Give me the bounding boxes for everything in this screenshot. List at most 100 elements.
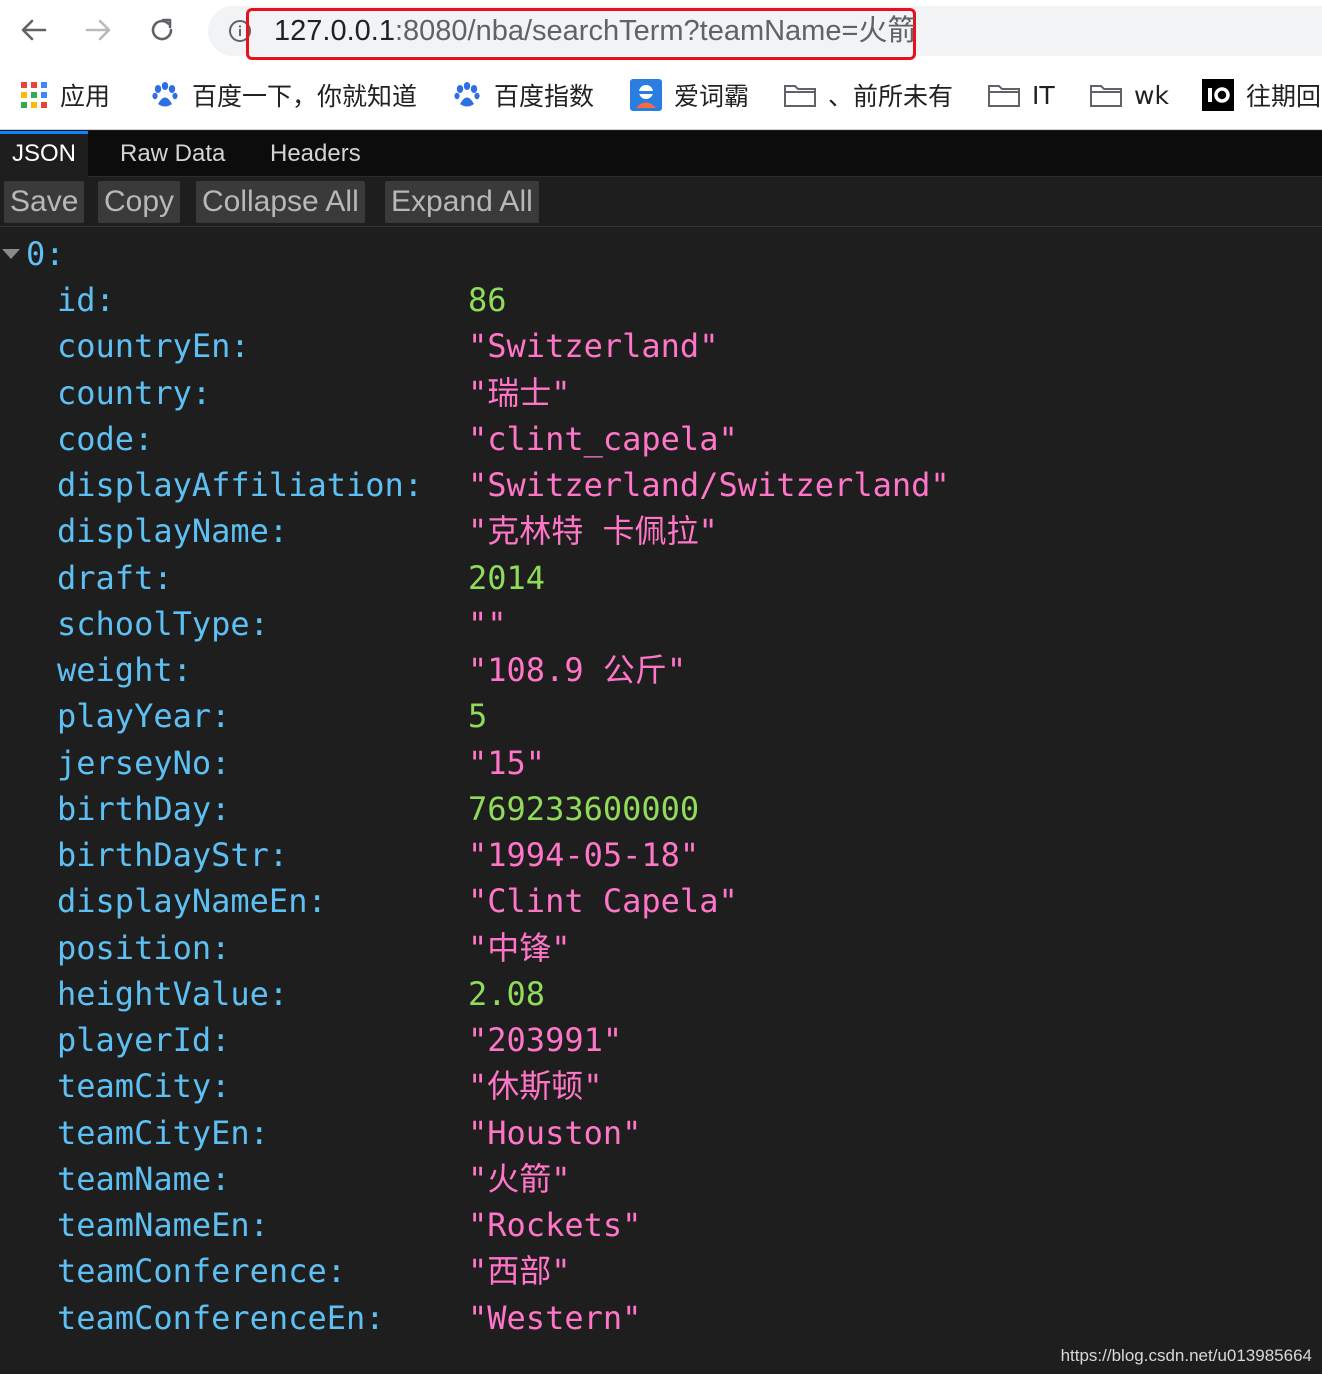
bookmark-label: 百度一下，你就知道 bbox=[192, 82, 418, 111]
json-key: displayAffiliation: bbox=[57, 466, 424, 504]
json-value[interactable]: "Switzerland/Switzerland" bbox=[468, 465, 950, 505]
bookmark-label: 应用 bbox=[60, 82, 111, 111]
json-value[interactable]: "中锋" bbox=[468, 928, 571, 968]
json-field-row: teamName: "火箭" bbox=[0, 1157, 1322, 1203]
json-value[interactable]: 2014 bbox=[468, 558, 545, 598]
json-value[interactable]: "203991" bbox=[468, 1020, 622, 1060]
json-field-row: weight: "108.9 公斤" bbox=[0, 648, 1322, 694]
json-value[interactable]: "Rockets" bbox=[468, 1205, 641, 1245]
json-root-node[interactable]: 0: bbox=[0, 234, 65, 274]
json-value[interactable]: "1994-05-18" bbox=[468, 835, 699, 875]
json-field-row: draft: 2014 bbox=[0, 556, 1322, 602]
json-key: playYear: bbox=[57, 697, 231, 736]
bookmark-baidu-index[interactable]: 百度指数 bbox=[452, 77, 594, 113]
json-key: countryEn: bbox=[57, 327, 250, 366]
json-field-row: teamConferenceEn: "Western" bbox=[0, 1296, 1322, 1342]
json-field-row: jerseyNo: "15" bbox=[0, 741, 1322, 787]
json-key: draft: bbox=[57, 558, 173, 597]
json-field-row: heightValue: 2.08 bbox=[0, 972, 1322, 1018]
baidu-paw-icon bbox=[152, 82, 178, 107]
json-value[interactable]: 2.08 bbox=[468, 974, 545, 1014]
bookmark-apps[interactable]: 应用 bbox=[20, 77, 110, 113]
folder-icon bbox=[784, 85, 816, 107]
bookmark-baidu[interactable]: 百度一下，你就知道 bbox=[150, 77, 417, 113]
bookmark-label: 、前所未有 bbox=[828, 82, 954, 111]
json-value[interactable]: "休斯顿" bbox=[468, 1066, 603, 1106]
json-tree: 0: id: 86 countryEn: "Switzerland" country: "… bbox=[0, 228, 1322, 1374]
json-field-row: birthDay: 769233600000 bbox=[0, 787, 1322, 833]
json-key: code: bbox=[57, 419, 154, 458]
reload-button[interactable] bbox=[142, 10, 182, 50]
expand-all-button[interactable]: Expand All bbox=[385, 181, 539, 223]
bookmark-folder-wk[interactable]: wk bbox=[1090, 77, 1169, 113]
bookmark-label: 爱词霸 bbox=[674, 82, 750, 111]
json-key: birthDay: bbox=[57, 789, 231, 828]
json-key: teamCityEn: bbox=[57, 1113, 269, 1152]
json-key: jerseyNo: bbox=[57, 743, 231, 782]
json-value[interactable]: "clint_capela" bbox=[468, 419, 738, 459]
url-host: 127.0.0.1 bbox=[274, 15, 395, 47]
address-bar[interactable]: 127.0.0.1:8080/nba/searchTerm?teamName=火… bbox=[208, 6, 1322, 60]
iciba-icon bbox=[630, 79, 662, 111]
json-value[interactable]: "Western" bbox=[468, 1298, 641, 1338]
bookmark-io[interactable]: 往期回 bbox=[1202, 77, 1321, 113]
json-value[interactable]: "Switzerland" bbox=[468, 326, 718, 366]
bookmark-label: IT bbox=[1032, 80, 1055, 110]
bookmark-folder-it[interactable]: IT bbox=[988, 77, 1055, 113]
json-field-row: teamCityEn: "Houston" bbox=[0, 1111, 1322, 1157]
json-key: schoolType: bbox=[57, 604, 269, 643]
json-key: weight: bbox=[57, 651, 192, 689]
forward-button[interactable] bbox=[78, 10, 118, 50]
collapse-all-button[interactable]: Collapse All bbox=[196, 181, 365, 223]
copy-button[interactable]: Copy bbox=[98, 181, 181, 223]
arrow-right-icon bbox=[85, 19, 111, 41]
url-text[interactable]: 127.0.0.1:8080/nba/searchTerm?teamName=火… bbox=[274, 14, 916, 48]
json-field-row: displayNameEn: "Clint Capela" bbox=[0, 879, 1322, 925]
json-field-row: displayAffiliation: "Switzerland/Switzerl… bbox=[0, 463, 1322, 509]
json-value[interactable]: 86 bbox=[468, 280, 507, 320]
viewer-toolbar: Save Copy Collapse All Expand All bbox=[0, 177, 1322, 227]
json-value[interactable]: "Houston" bbox=[468, 1113, 641, 1153]
json-field-row: countryEn: "Switzerland" bbox=[0, 324, 1322, 370]
json-key: birthDayStr: bbox=[57, 836, 289, 874]
back-button[interactable] bbox=[14, 10, 54, 50]
json-value[interactable]: "火箭" bbox=[468, 1159, 571, 1199]
json-value[interactable]: "西部" bbox=[468, 1251, 571, 1291]
json-value[interactable]: 5 bbox=[468, 696, 487, 736]
json-field-row: playerId: "203991" bbox=[0, 1018, 1322, 1064]
json-key: displayNameEn: bbox=[57, 882, 327, 921]
json-key: teamCity: bbox=[57, 1067, 231, 1106]
folder-icon bbox=[1090, 85, 1122, 107]
json-field-row: position: "中锋" bbox=[0, 926, 1322, 972]
arrow-left-icon bbox=[21, 19, 47, 41]
json-field-row: teamCity: "休斯顿" bbox=[0, 1064, 1322, 1110]
tab-raw-data[interactable]: Raw Data bbox=[108, 131, 237, 177]
json-key: teamConferenceEn: bbox=[57, 1298, 385, 1337]
bookmark-label: 百度指数 bbox=[494, 82, 595, 111]
bookmark-iciba[interactable]: 爱词霸 bbox=[630, 77, 749, 113]
bookmark-folder-qiansuoweiyou[interactable]: 、前所未有 bbox=[784, 77, 953, 113]
apps-grid-icon bbox=[21, 82, 47, 108]
json-value[interactable]: "15" bbox=[468, 743, 545, 783]
json-value[interactable]: "Clint Capela" bbox=[468, 881, 738, 921]
save-button[interactable]: Save bbox=[4, 181, 85, 223]
watermark: https://blog.csdn.net/u013985664 bbox=[1060, 1346, 1312, 1365]
json-field-row: teamConference: "西部" bbox=[0, 1249, 1322, 1295]
json-root-key: 0: bbox=[26, 235, 65, 273]
json-value[interactable]: "克林特 卡佩拉" bbox=[468, 511, 718, 551]
collapse-triangle-icon[interactable] bbox=[2, 249, 20, 259]
json-field-row: id: 86 bbox=[0, 278, 1322, 324]
json-key: id: bbox=[57, 281, 115, 319]
json-value[interactable]: "瑞士" bbox=[468, 373, 571, 413]
tab-headers[interactable]: Headers bbox=[258, 131, 373, 177]
json-value[interactable]: "108.9 公斤" bbox=[468, 650, 686, 690]
tab-json[interactable]: JSON bbox=[0, 131, 89, 177]
folder-icon bbox=[988, 85, 1020, 107]
json-field-row: birthDayStr: "1994-05-18" bbox=[0, 833, 1322, 879]
json-field-row: displayName: "克林特 卡佩拉" bbox=[0, 509, 1322, 555]
json-value[interactable]: 769233600000 bbox=[468, 789, 699, 829]
json-value[interactable]: "" bbox=[468, 604, 507, 644]
json-key: teamName: bbox=[57, 1159, 231, 1198]
browser-toolbar: 127.0.0.1:8080/nba/searchTerm?teamName=火… bbox=[0, 0, 1322, 62]
json-key: country: bbox=[57, 373, 212, 412]
